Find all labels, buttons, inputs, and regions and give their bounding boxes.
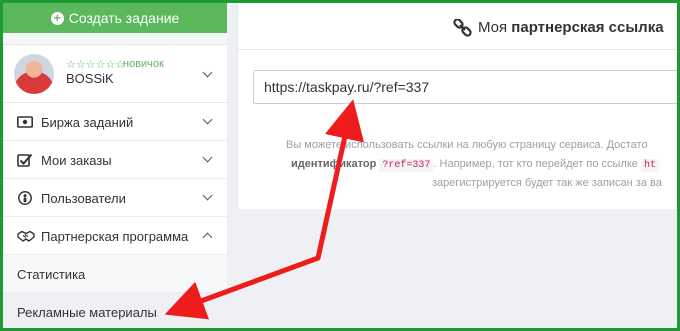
partner-link-panel: Моя партнерская ссылка Вы можете использ… [237,3,680,209]
sidebar-subitem-label: Рекламные материалы [17,305,157,320]
panel-header: Моя партнерская ссылка [238,3,678,50]
sidebar: + Создать задание ☆☆☆☆☆☆ новичок BOSSiK … [3,3,227,331]
page-title: Моя партнерская ссылка [478,19,664,36]
rating-stars: ☆☆☆☆☆☆ [66,59,126,71]
chevron-up-icon [202,232,213,243]
sidebar-item-task-exchange[interactable]: Биржа заданий [3,103,227,141]
hint-line-3: зарегистрируется будет так же записан за… [432,177,662,189]
hint-line-1: Вы можете использовать ссылки на любую с… [286,139,648,151]
user-rank: новичок [123,58,164,70]
sidebar-subitem-label: Статистика [17,267,86,282]
user-profile[interactable]: ☆☆☆☆☆☆ новичок BOSSiK [3,45,227,103]
sidebar-item-users[interactable]: Пользователи [3,179,227,217]
sidebar-item-partner-program[interactable]: Партнерская программа [3,217,227,255]
link-icon [453,19,472,37]
create-task-label: Создать задание [68,10,180,26]
avatar [14,54,54,94]
checkbox-icon [17,153,33,167]
users-icon [18,191,32,205]
sidebar-item-label: Пользователи [41,191,126,206]
sidebar-menu: ☆☆☆☆☆☆ новичок BOSSiK Биржа заданий Мои … [3,44,227,331]
hint-identifier: идентификатор [291,158,377,170]
hint-text: . Например, тот кто перейдет по ссылке [433,158,638,170]
referral-link-field[interactable] [253,70,678,104]
chevron-down-icon [202,114,213,125]
chevron-down-icon [202,152,213,163]
sidebar-subitem-statistics[interactable]: Статистика [3,255,227,293]
sidebar-item-label: Мои заказы [41,153,112,168]
sidebar-subitem-ad-materials[interactable]: Рекламные материалы [3,293,227,331]
money-icon [17,116,33,128]
handshake-icon [17,230,35,242]
ref-code: ?ref=337 [379,159,434,172]
chevron-down-icon[interactable] [202,67,213,78]
sidebar-item-label: Партнерская программа [41,229,189,244]
plus-icon: + [50,11,64,25]
link-code: ht [640,159,659,172]
sidebar-item-label: Биржа заданий [41,115,134,130]
hint-line-2: идентификатор ?ref=337. Например, тот кт… [291,158,680,172]
sidebar-item-my-orders[interactable]: Мои заказы [3,141,227,179]
create-task-button[interactable]: + Создать задание [3,3,227,33]
chevron-down-icon [202,190,213,201]
username: BOSSiK [66,71,114,86]
